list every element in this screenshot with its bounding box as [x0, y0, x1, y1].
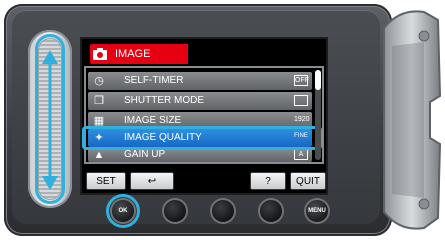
gain-up-icon: ▲ — [93, 149, 105, 161]
menu-item-gain-up[interactable]: ▲ GAIN UP A — [88, 148, 312, 162]
scrollbar-thumb[interactable] — [315, 70, 321, 90]
menu-item-value: OFF — [294, 75, 309, 86]
menu-item-shutter-mode[interactable]: ❐ SHUTTER MODE — [88, 92, 312, 110]
menu-button[interactable]: MENU — [306, 200, 328, 222]
quit-button[interactable]: QUIT — [290, 172, 326, 190]
operation-button-3[interactable] — [260, 200, 282, 222]
menu-item-label: GAIN UP — [124, 149, 166, 160]
menu-item-self-timer[interactable]: ◷ SELF-TIMER OFF — [88, 72, 312, 90]
self-timer-icon: ◷ — [94, 75, 104, 87]
camera-icon — [90, 44, 110, 64]
menu-title: IMAGE — [110, 44, 188, 64]
menu-item-value: A — [294, 149, 308, 160]
up-down-arrow-icon — [42, 50, 58, 190]
selection-highlight — [82, 126, 322, 150]
set-button[interactable]: SET — [86, 172, 126, 190]
menu-item-label: SHUTTER MODE — [124, 95, 204, 106]
operation-button-2[interactable] — [212, 200, 234, 222]
ok-button[interactable]: OK — [112, 200, 134, 222]
operation-button-1[interactable] — [164, 200, 186, 222]
menu-item-label: SELF-TIMER — [124, 75, 184, 86]
lcd-hinge — [383, 10, 442, 230]
menu-item-value — [294, 95, 308, 106]
menu-item-value: 1920 — [294, 116, 310, 123]
help-button[interactable]: ? — [250, 172, 286, 190]
back-button[interactable]: ↩ — [130, 172, 174, 190]
shutter-mode-icon: ❐ — [94, 95, 104, 107]
